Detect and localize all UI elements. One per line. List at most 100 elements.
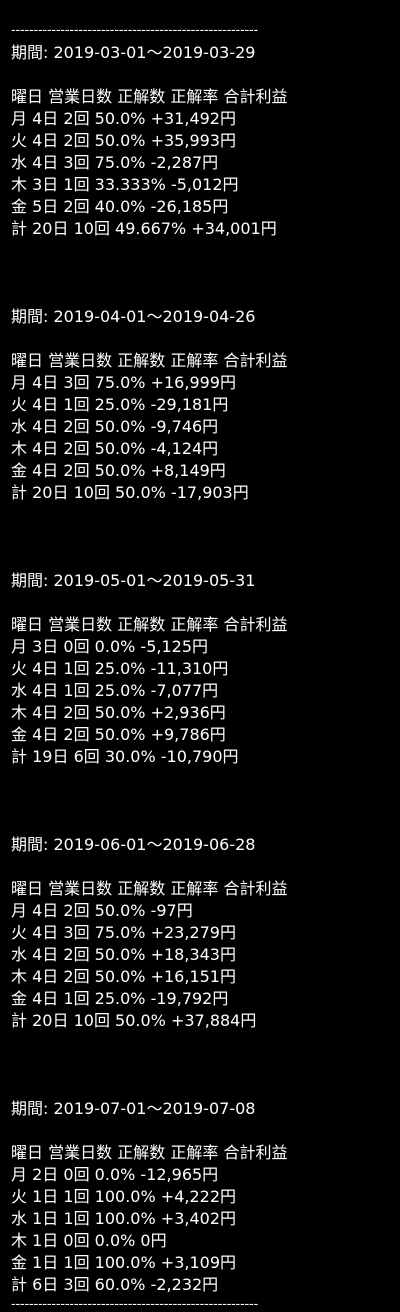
accuracy-cell: 100.0% bbox=[94, 1187, 156, 1206]
total-profit-cell: +31,492円 bbox=[150, 109, 236, 128]
weekday-row: 水 4日 3回 75.0% -2,287円 bbox=[11, 152, 400, 174]
business-days-cell: 3日 bbox=[32, 637, 59, 656]
weekday-row: 水 4日 1回 25.0% -7,077円 bbox=[11, 680, 400, 702]
weekday-cell: 木 bbox=[11, 967, 28, 986]
column-header: 営業日数 bbox=[48, 615, 113, 634]
accuracy-cell: 50.0% bbox=[94, 945, 146, 964]
business-days-cell: 4日 bbox=[32, 439, 59, 458]
business-days-cell: 4日 bbox=[32, 923, 59, 942]
column-header: 曜日 bbox=[11, 879, 44, 898]
weekday-row: 月 4日 2回 50.0% +31,492円 bbox=[11, 108, 400, 130]
column-header-row: 曜日 営業日数 正解数 正解率 合計利益 bbox=[11, 1142, 400, 1164]
weekday-cell: 木 bbox=[11, 175, 28, 194]
accuracy-cell: 50.0% bbox=[94, 439, 146, 458]
weekday-row: 木 4日 2回 50.0% -4,124円 bbox=[11, 438, 400, 460]
business-days-cell: 1日 bbox=[32, 1253, 59, 1272]
column-header: 正解率 bbox=[170, 879, 219, 898]
period-section: 期間: 2019-05-01〜2019-05-31 曜日 営業日数 正解数 正解率 合計利… bbox=[11, 570, 400, 768]
business-days-cell: 2日 bbox=[32, 1165, 59, 1184]
weekday-cell: 計 bbox=[11, 483, 28, 502]
weekday-row: 月 2日 0回 0.0% -12,965円 bbox=[11, 1164, 400, 1186]
total-profit-cell: -11,310円 bbox=[150, 659, 229, 678]
business-days-cell: 4日 bbox=[32, 989, 59, 1008]
correct-count-cell: 1回 bbox=[63, 681, 90, 700]
correct-count-cell: 10回 bbox=[73, 483, 110, 502]
total-profit-cell: +16,151円 bbox=[150, 967, 236, 986]
weekday-cell: 金 bbox=[11, 989, 28, 1008]
total-profit-cell: +35,993円 bbox=[150, 131, 236, 150]
correct-count-cell: 2回 bbox=[63, 901, 90, 920]
weekday-cell: 計 bbox=[11, 1011, 28, 1030]
column-header: 曜日 bbox=[11, 615, 44, 634]
weekday-cell: 水 bbox=[11, 945, 28, 964]
total-profit-cell: +2,936円 bbox=[150, 703, 226, 722]
column-header: 合計利益 bbox=[223, 615, 288, 634]
period-title: 期間: 2019-05-01〜2019-05-31 bbox=[11, 571, 256, 590]
weekday-row: 木 4日 2回 50.0% +2,936円 bbox=[11, 702, 400, 724]
correct-count-cell: 1回 bbox=[63, 1187, 90, 1206]
weekday-cell: 木 bbox=[11, 439, 28, 458]
accuracy-cell: 75.0% bbox=[94, 153, 146, 172]
period-section: 期間: 2019-03-01〜2019-03-29 曜日 営業日数 正解数 正解率 合計利… bbox=[11, 42, 400, 240]
total-profit-cell: -97円 bbox=[150, 901, 193, 920]
weekday-row: 火 4日 1回 25.0% -29,181円 bbox=[11, 394, 400, 416]
correct-count-cell: 2回 bbox=[63, 417, 90, 436]
weekday-row: 金 4日 2回 50.0% +8,149円 bbox=[11, 460, 400, 482]
accuracy-cell: 49.667% bbox=[115, 219, 187, 238]
total-row: 計 20日 10回 50.0% +37,884円 bbox=[11, 1010, 400, 1032]
column-header: 正解率 bbox=[170, 351, 219, 370]
weekday-cell: 火 bbox=[11, 923, 28, 942]
period-title: 期間: 2019-04-01〜2019-04-26 bbox=[11, 307, 256, 326]
correct-count-cell: 1回 bbox=[63, 395, 90, 414]
total-profit-cell: +3,109円 bbox=[160, 1253, 236, 1272]
weekday-cell: 月 bbox=[11, 373, 28, 392]
accuracy-cell: 50.0% bbox=[94, 967, 146, 986]
total-profit-cell: +34,001円 bbox=[191, 219, 277, 238]
weekday-row: 金 5日 2回 40.0% -26,185円 bbox=[11, 196, 400, 218]
column-header: 正解率 bbox=[170, 87, 219, 106]
business-days-cell: 4日 bbox=[32, 373, 59, 392]
weekday-cell: 金 bbox=[11, 725, 28, 744]
total-profit-cell: +8,149円 bbox=[150, 461, 226, 480]
report-page: ----------------------------------------… bbox=[0, 0, 400, 1312]
weekday-row: 火 1日 1回 100.0% +4,222円 bbox=[11, 1186, 400, 1208]
correct-count-cell: 2回 bbox=[63, 109, 90, 128]
weekday-cell: 火 bbox=[11, 1187, 28, 1206]
total-profit-cell: +37,884円 bbox=[170, 1011, 257, 1030]
correct-count-cell: 1回 bbox=[63, 1209, 90, 1228]
column-header: 正解数 bbox=[117, 1143, 166, 1162]
column-header: 営業日数 bbox=[48, 87, 113, 106]
correct-count-cell: 6回 bbox=[73, 747, 100, 766]
total-row: 計 6日 3回 60.0% -2,232円 bbox=[11, 1274, 400, 1296]
business-days-cell: 4日 bbox=[32, 945, 59, 964]
column-header: 合計利益 bbox=[223, 351, 288, 370]
total-profit-cell: -10,790円 bbox=[160, 747, 239, 766]
accuracy-cell: 50.0% bbox=[115, 483, 166, 502]
weekday-cell: 月 bbox=[11, 637, 28, 656]
column-header: 正解数 bbox=[117, 351, 166, 370]
accuracy-cell: 50.0% bbox=[94, 725, 146, 744]
business-days-cell: 4日 bbox=[32, 659, 59, 678]
business-days-cell: 4日 bbox=[32, 131, 59, 150]
period-title: 期間: 2019-07-01〜2019-07-08 bbox=[11, 1099, 256, 1118]
column-header: 合計利益 bbox=[223, 1143, 288, 1162]
weekday-cell: 木 bbox=[11, 1231, 28, 1250]
column-header-row: 曜日 営業日数 正解数 正解率 合計利益 bbox=[11, 878, 400, 900]
business-days-cell: 3日 bbox=[32, 175, 59, 194]
correct-count-cell: 3回 bbox=[63, 153, 90, 172]
period-section: 期間: 2019-04-01〜2019-04-26 曜日 営業日数 正解数 正解率 合計利… bbox=[11, 306, 400, 504]
correct-count-cell: 1回 bbox=[63, 989, 90, 1008]
column-header: 曜日 bbox=[11, 1143, 44, 1162]
accuracy-cell: 40.0% bbox=[94, 197, 146, 216]
accuracy-cell: 75.0% bbox=[94, 373, 146, 392]
accuracy-cell: 75.0% bbox=[94, 923, 146, 942]
weekday-row: 水 4日 2回 50.0% -9,746円 bbox=[11, 416, 400, 438]
column-header-row: 曜日 営業日数 正解数 正解率 合計利益 bbox=[11, 350, 400, 372]
correct-count-cell: 2回 bbox=[63, 967, 90, 986]
total-profit-cell: +16,999円 bbox=[150, 373, 236, 392]
accuracy-cell: 50.0% bbox=[94, 109, 146, 128]
correct-count-cell: 3回 bbox=[63, 1275, 90, 1294]
